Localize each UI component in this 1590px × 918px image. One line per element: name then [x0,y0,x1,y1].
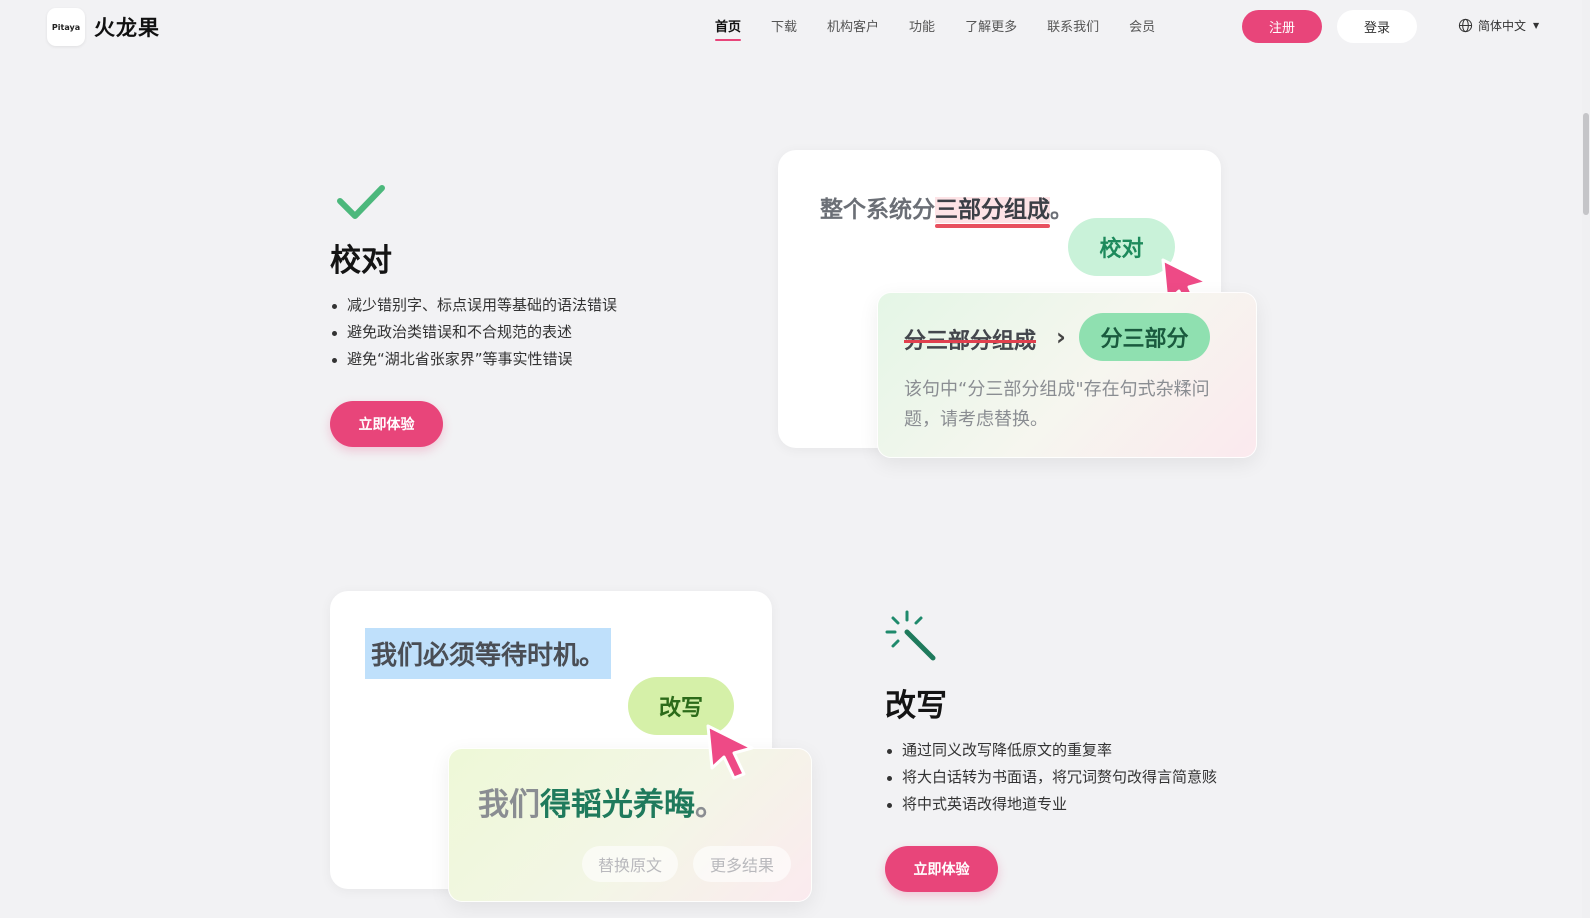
proofread-try-button[interactable]: 立即体验 [330,401,443,447]
logo[interactable]: Pitaya 火龙果 [47,8,160,46]
login-button[interactable]: 登录 [1337,10,1417,43]
rewrite-title: 改写 [885,688,947,724]
list-item: 避免政治类错误和不合规范的表述 [330,319,617,346]
list-item: 将大白话转为书面语，将冗词赘句改得言简意赅 [885,764,1217,791]
globe-icon [1458,18,1473,33]
rewrite-result: 我们得韬光养晦。 [478,787,726,823]
proofread-title: 校对 [330,243,392,279]
rewrite-bullets: 通过同义改写降低原文的重复率 将大白话转为书面语，将冗词赘句改得言简意赅 将中式… [885,737,1217,818]
scrollbar[interactable] [1582,0,1590,918]
suggestion-pill[interactable]: 分三部分 [1079,313,1210,361]
top-header: Pitaya 火龙果 首页 下载 机构客户 功能 了解更多 联系我们 会员 注册… [0,0,1590,54]
replace-original-button[interactable]: 替换原文 [582,846,678,882]
language-label: 简体中文 [1478,19,1527,33]
list-item: 避免“湖北省张家界”等事实性错误 [330,346,617,373]
nav-item-membership[interactable]: 会员 [1129,16,1155,41]
rewrite-try-button[interactable]: 立即体验 [885,846,998,892]
nav-item-download[interactable]: 下载 [771,16,797,41]
nav-item-features[interactable]: 功能 [909,16,935,41]
nav-item-learn-more[interactable]: 了解更多 [965,16,1017,41]
suggestion-explanation: 该句中“分三部分组成"存在句式杂糅问题，请考虑替换。 [904,379,1210,430]
register-button[interactable]: 注册 [1242,10,1322,43]
rewrite-section: 改写 通过同义改写降低原文的重复率 将大白话转为书面语，将冗词赘句改得言简意赅 … [885,610,1217,892]
logo-icon: Pitaya [47,8,85,46]
demo-sentence: 整个系统分三部分组成。 [820,197,1073,223]
cursor-icon [706,724,754,780]
more-results-button[interactable]: 更多结果 [693,846,791,882]
nav-item-home[interactable]: 首页 [715,16,742,41]
list-item: 将中式英语改得地道专业 [885,791,1217,818]
main-nav: 首页 下载 机构客户 功能 了解更多 联系我们 会员 [715,16,1185,41]
chevron-down-icon: ▼ [1533,21,1540,30]
scrollbar-thumb[interactable] [1583,113,1589,215]
list-item: 减少错别字、标点误用等基础的语法错误 [330,292,617,319]
selected-sentence[interactable]: 我们必须等待时机。 [365,628,612,679]
magic-wand-icon [885,610,936,661]
list-item: 通过同义改写降低原文的重复率 [885,737,1217,764]
original-text: 分三部分组成 [904,329,1037,354]
brand-name: 火龙果 [94,16,160,40]
proofread-section: 校对 减少错别字、标点误用等基础的语法错误 避免政治类错误和不合规范的表述 避免… [330,183,617,447]
suggestion-popup: 分三部分组成 › 分三部分 该句中“分三部分组成"存在句式杂糅问题，请考虑替换。 [877,292,1257,458]
language-selector[interactable]: 简体中文 ▼ [1458,17,1539,34]
error-highlight[interactable]: 三部分组成 [935,197,1050,223]
checkmark-icon [337,185,385,219]
proofread-bullets: 减少错别字、标点误用等基础的语法错误 避免政治类错误和不合规范的表述 避免“湖北… [330,292,617,373]
chevron-right-icon: › [1056,323,1066,351]
nav-item-enterprise[interactable]: 机构客户 [827,16,879,41]
nav-item-contact[interactable]: 联系我们 [1047,16,1099,41]
